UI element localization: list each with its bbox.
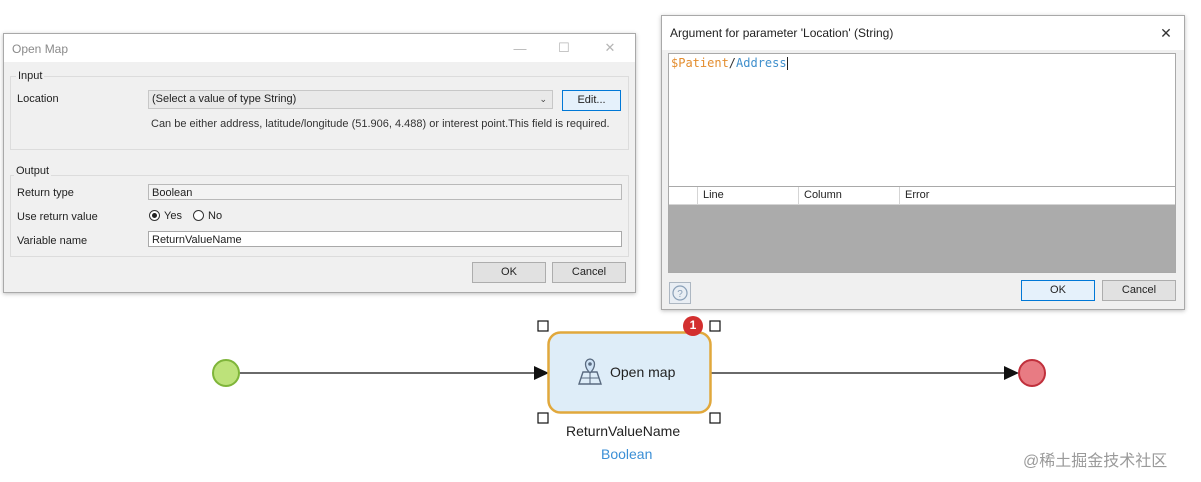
location-hint: Can be either address, latitude/longitud…	[151, 118, 610, 130]
minimize-icon[interactable]: —	[506, 38, 534, 58]
selection-handle-tl[interactable]	[537, 320, 549, 332]
use-return-value-label: Use return value	[17, 211, 98, 223]
open-map-dialog: Open Map — ☐ ✕ Input Location (Select a …	[3, 33, 636, 293]
argument-dialog: Argument for parameter 'Location' (Strin…	[661, 15, 1185, 310]
arrowhead-in-icon	[534, 366, 549, 380]
selection-handle-br[interactable]	[709, 412, 721, 424]
arrowhead-out-icon	[1004, 366, 1019, 380]
chevron-down-icon: ⌄	[539, 94, 547, 104]
column-header-error[interactable]: Error	[899, 187, 1175, 204]
return-type-field: Boolean	[148, 184, 622, 200]
dialog-title: Open Map	[12, 42, 69, 56]
column-header-column[interactable]: Column	[798, 187, 899, 204]
title-bar: Open Map — ☐ ✕	[4, 34, 635, 62]
yes-label: Yes	[164, 210, 182, 222]
return-type-label: Return type	[17, 187, 74, 199]
cancel-button[interactable]: Cancel	[1102, 280, 1176, 301]
dialog-title: Argument for parameter 'Location' (Strin…	[670, 26, 894, 40]
cancel-button[interactable]: Cancel	[552, 262, 626, 283]
location-select-value: (Select a value of type String)	[152, 93, 297, 105]
close-icon[interactable]: ✕	[1152, 23, 1180, 43]
selection-handle-bl[interactable]	[537, 412, 549, 424]
activity-label: Open map	[610, 364, 676, 380]
error-list: Line Column Error	[668, 187, 1176, 273]
location-select[interactable]: (Select a value of type String) ⌄	[148, 90, 553, 109]
text-cursor	[786, 57, 788, 70]
no-radio[interactable]	[193, 210, 204, 221]
yes-radio[interactable]	[149, 210, 160, 221]
output-variable-type: Boolean	[601, 446, 653, 462]
output-group-label: Output	[14, 165, 52, 177]
ok-button[interactable]: OK	[1021, 280, 1095, 301]
expression-attribute: Address	[736, 56, 787, 70]
selection-handle-tr[interactable]	[709, 320, 721, 332]
location-label: Location	[17, 93, 59, 105]
svg-text:?: ?	[677, 289, 683, 300]
title-bar: Argument for parameter 'Location' (Strin…	[662, 16, 1184, 50]
close-icon[interactable]: ✕	[596, 38, 624, 58]
variable-name-label: Variable name	[17, 235, 88, 247]
expression-separator: /	[728, 56, 737, 70]
ok-button[interactable]: OK	[472, 262, 546, 283]
expression-variable: $Patient	[671, 56, 729, 70]
expression-editor[interactable]: $Patient/Address	[668, 53, 1176, 187]
watermark: @稀土掘金技术社区	[1023, 453, 1168, 470]
maximize-icon[interactable]: ☐	[550, 38, 578, 58]
no-label: No	[208, 210, 223, 222]
edit-button[interactable]: Edit...	[562, 90, 621, 111]
variable-name-input[interactable]: ReturnValueName	[148, 231, 622, 247]
end-event[interactable]	[1018, 359, 1046, 387]
output-variable-name: ReturnValueName	[566, 423, 681, 439]
error-badge-count: 1	[689, 318, 697, 332]
input-group	[10, 76, 629, 150]
column-header-line[interactable]: Line	[697, 187, 798, 204]
input-group-label: Input	[16, 70, 45, 82]
expression-line: $Patient/Address	[671, 56, 788, 70]
error-list-header: Line Column Error	[669, 187, 1175, 205]
start-event[interactable]	[212, 359, 240, 387]
